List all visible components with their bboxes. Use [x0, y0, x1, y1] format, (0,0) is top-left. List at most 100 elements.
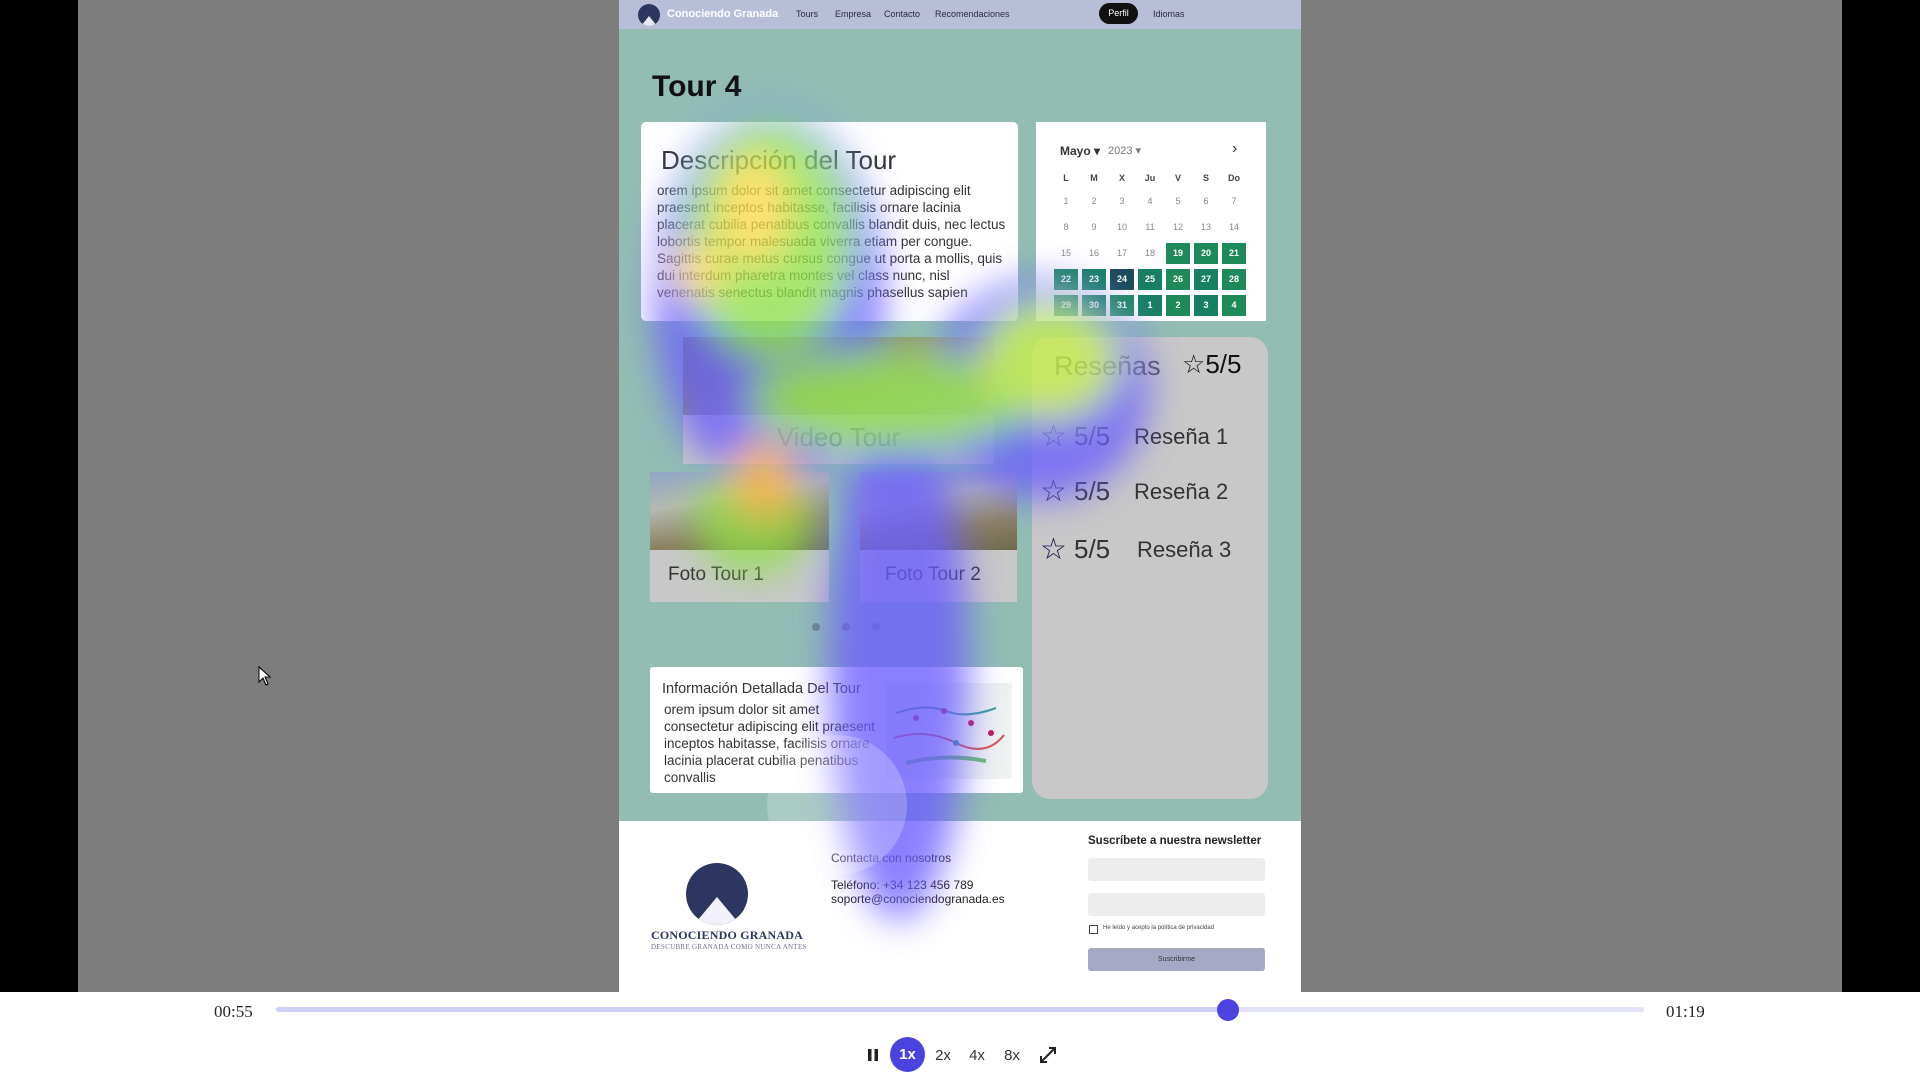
fullscreen-icon[interactable]: [1036, 1040, 1060, 1070]
calendar-day[interactable]: 28: [1222, 269, 1246, 290]
photo-tour-1-image[interactable]: [650, 472, 829, 550]
calendar-day[interactable]: 24: [1110, 269, 1134, 290]
calendar-day[interactable]: 16: [1082, 243, 1106, 264]
carousel-dot[interactable]: [842, 623, 850, 631]
video-thumbnail[interactable]: [683, 337, 994, 415]
description-card: Descripción del Tour orem ipsum dolor si…: [641, 122, 1018, 321]
review-item[interactable]: ☆ 5/5 Reseña 1: [1040, 419, 1228, 454]
calendar-weekday: M: [1090, 173, 1098, 183]
calendar-weekday: V: [1174, 173, 1181, 183]
tour-title: Tour 4: [652, 70, 742, 103]
carousel-dots[interactable]: [812, 623, 880, 631]
contact-email[interactable]: soporte@conociendogranada.es: [831, 892, 1005, 906]
calendar-day[interactable]: 3: [1194, 295, 1218, 316]
speed-4x-button[interactable]: 4x: [966, 1040, 988, 1070]
calendar-day[interactable]: 19: [1166, 243, 1190, 264]
chevron-right-icon[interactable]: ›: [1232, 140, 1237, 158]
calendar-day[interactable]: 7: [1222, 191, 1246, 212]
photo-tour-2-label: Foto Tour 2: [885, 564, 981, 585]
progress-track[interactable]: [276, 999, 1644, 1021]
review-score: 5/5: [1074, 534, 1111, 564]
photo-tour-1-card[interactable]: Foto Tour 1: [650, 472, 829, 602]
star-icon: ☆: [1182, 349, 1206, 379]
star-icon: ☆: [1040, 475, 1067, 508]
subscribe-button[interactable]: Suscribirme: [1088, 948, 1265, 971]
route-map-image[interactable]: [886, 683, 1012, 779]
calendar-day[interactable]: 1: [1138, 295, 1162, 316]
carousel-dot[interactable]: [872, 623, 880, 631]
description-heading: Descripción del Tour: [661, 145, 897, 175]
carousel-dot[interactable]: [812, 623, 820, 631]
nav-link-idiomas[interactable]: Idiomas: [1153, 9, 1185, 19]
player-controls: [0, 992, 1920, 1080]
photo-tour-2-card[interactable]: Foto Tour 2: [860, 472, 1017, 602]
review-item[interactable]: ☆ 5/5 Reseña 2: [1040, 474, 1228, 509]
brand-name[interactable]: Conociendo Granada: [667, 8, 778, 20]
nav-link-recomendaciones[interactable]: Recomendaciones: [935, 9, 1010, 19]
calendar-day[interactable]: 13: [1194, 217, 1218, 238]
calendar-day[interactable]: 31: [1110, 295, 1134, 316]
calendar-day[interactable]: 25: [1138, 269, 1162, 290]
contact-heading: Contacta con nosotros: [831, 851, 952, 865]
speed-2x-button[interactable]: 2x: [932, 1040, 954, 1070]
calendar-day[interactable]: 3: [1110, 191, 1134, 212]
calendar-day[interactable]: 30: [1082, 295, 1106, 316]
calendar-day[interactable]: 4: [1138, 191, 1162, 212]
calendar-weekday: S: [1202, 173, 1209, 183]
photo-tour-1-label: Foto Tour 1: [668, 564, 764, 585]
calendar-day[interactable]: 22: [1054, 269, 1078, 290]
speed-1x-button[interactable]: 1x: [890, 1037, 925, 1072]
calendar-day[interactable]: 6: [1194, 191, 1218, 212]
video-tour-card[interactable]: Video Tour: [683, 337, 994, 464]
site-footer: CONOCIENDO GRANADA DESCUBRE GRANADA COMO…: [619, 821, 1301, 992]
calendar-day[interactable]: 12: [1166, 217, 1190, 238]
calendar-month-select[interactable]: Mayo ▾: [1060, 144, 1100, 158]
reviews-overall-score: ☆5/5: [1182, 349, 1242, 379]
calendar-day[interactable]: 18: [1138, 243, 1162, 264]
calendar-weekday: X: [1118, 173, 1125, 183]
nav-link-tours[interactable]: Tours: [796, 9, 818, 19]
review-score: 5/5: [1074, 476, 1111, 506]
reviews-heading: Reseñas: [1054, 351, 1161, 381]
star-icon: ☆: [1040, 420, 1067, 453]
calendar-year-select[interactable]: 2023 ▾: [1108, 144, 1141, 157]
calendar-day[interactable]: 23: [1082, 269, 1106, 290]
calendar-day[interactable]: 5: [1166, 191, 1190, 212]
calendar-day[interactable]: 15: [1054, 243, 1078, 264]
recording-viewport: Conociendo Granada Tours Empresa Contact…: [0, 0, 1920, 992]
calendar-day[interactable]: 11: [1138, 217, 1162, 238]
calendar-day[interactable]: 1: [1054, 191, 1078, 212]
calendar-weekday: L: [1063, 173, 1069, 183]
privacy-checkbox[interactable]: [1089, 925, 1098, 934]
calendar-day[interactable]: 4: [1222, 295, 1246, 316]
calendar-day[interactable]: 2: [1082, 191, 1106, 212]
calendar-day[interactable]: 2: [1166, 295, 1190, 316]
calendar-day[interactable]: 29: [1054, 295, 1078, 316]
calendar-grid: L M X Ju V S Do 1 2 3 4 5 6 7 8 9 10 11 12 13 14 15 16 17 18 19 20…: [1054, 170, 1252, 316]
calendar-day[interactable]: 10: [1110, 217, 1134, 238]
calendar-day[interactable]: 21: [1222, 243, 1246, 264]
review-item[interactable]: ☆ 5/5 Reseña 3: [1040, 532, 1231, 567]
total-time: 01:19: [1666, 1002, 1705, 1021]
progress-thumb[interactable]: [1217, 999, 1240, 1021]
progress-fill: [276, 1007, 1229, 1012]
nav-link-empresa[interactable]: Empresa: [835, 9, 871, 19]
calendar-day[interactable]: 14: [1222, 217, 1246, 238]
brand-logo-icon[interactable]: [638, 4, 660, 26]
nav-link-contacto[interactable]: Contacto: [884, 9, 920, 19]
availability-calendar: Mayo ▾ 2023 ▾ › L M X Ju V S Do 1 2 3 4 5 6 7 8 9 10 11 12…: [1036, 122, 1266, 321]
nav-link-perfil[interactable]: Perfil: [1099, 3, 1138, 24]
speed-8x-button[interactable]: 8x: [1001, 1040, 1023, 1070]
calendar-day[interactable]: 27: [1194, 269, 1218, 290]
calendar-day[interactable]: 8: [1054, 217, 1078, 238]
pause-icon[interactable]: [862, 1040, 884, 1070]
review-name: Reseña 2: [1134, 478, 1229, 504]
star-icon: ☆: [1040, 533, 1067, 566]
calendar-day[interactable]: 26: [1166, 269, 1190, 290]
calendar-day[interactable]: 17: [1110, 243, 1134, 264]
calendar-day[interactable]: 20: [1194, 243, 1218, 264]
newsletter-email-input[interactable]: [1088, 893, 1265, 916]
newsletter-name-input[interactable]: [1088, 858, 1265, 881]
calendar-day[interactable]: 9: [1082, 217, 1106, 238]
photo-tour-2-image[interactable]: [860, 472, 1017, 550]
